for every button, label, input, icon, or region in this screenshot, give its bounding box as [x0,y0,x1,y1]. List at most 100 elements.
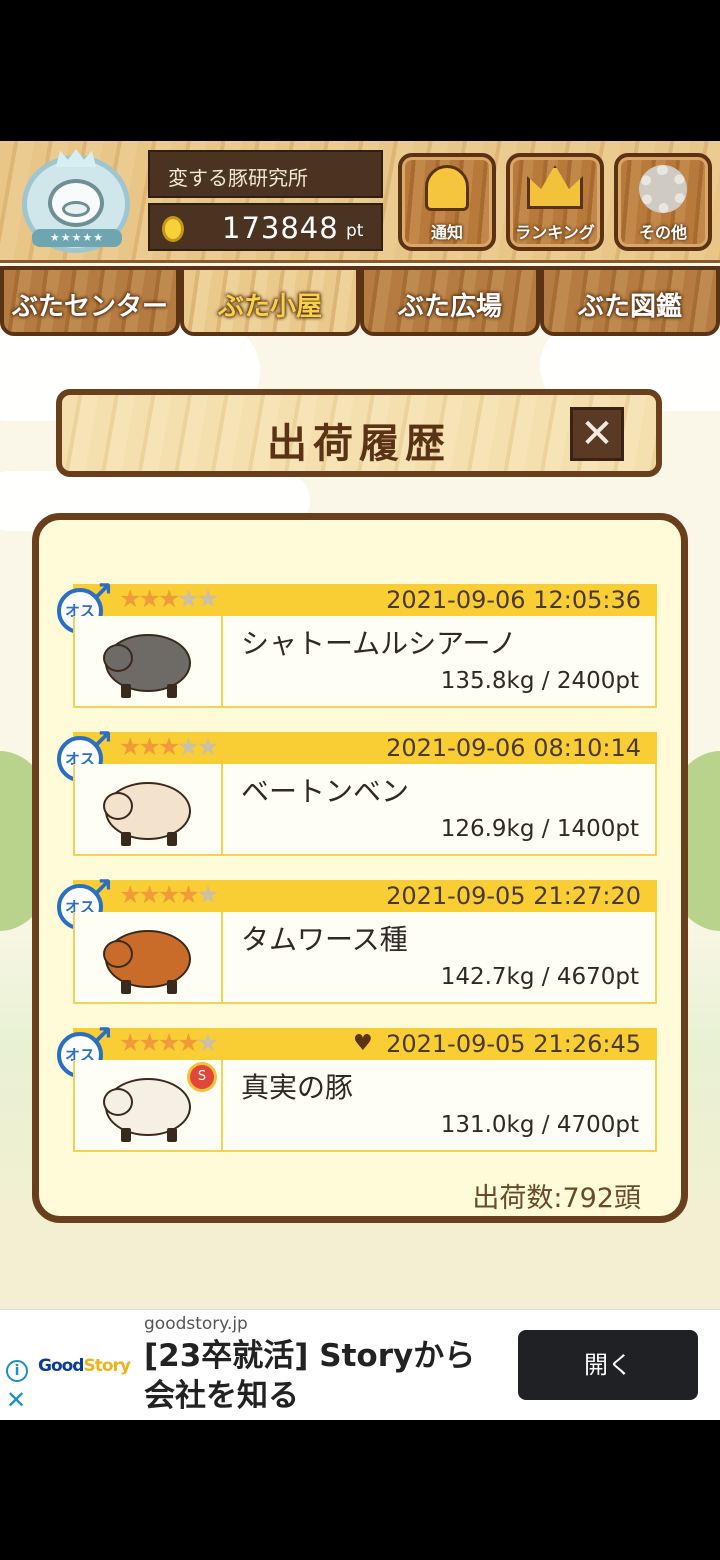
pig-head [103,792,133,820]
ad-info-icon[interactable]: i [6,1360,28,1382]
record-body: タムワース種 142.7kg / 4670pt [73,912,657,1004]
star-icon: ★ [119,584,141,613]
pig-name: タムワース種 [241,923,408,956]
shipment-record[interactable]: ★★★★★ 2021-09-06 12:05:36 ↗ オス シャトームルシアーノ 135… [57,574,657,708]
record-header: ★★★★★ ♥ 2021-09-05 21:26:45 [73,1028,657,1060]
pig-snout-icon [62,201,90,217]
star-icon: ★ [138,732,160,761]
star-icon: ★ [177,880,199,909]
star-icon: ★ [119,732,141,761]
header: ★★★★★ 変する豚研究所 173848 pt 通知 ランキング その他 [0,141,720,263]
pig-head [103,1088,133,1116]
tab-buta-koya[interactable]: ぶた小屋 [180,266,360,336]
other-button[interactable]: その他 [614,153,712,251]
pig-leg [167,980,177,994]
ad-open-button[interactable]: 開く [518,1330,698,1400]
tab-buta-zukan[interactable]: ぶた図鑑 [540,266,720,336]
status-bar [0,0,720,141]
pig-leg [121,832,131,846]
pig-leg [167,832,177,846]
record-body: S 真実の豚 131.0kg / 4700pt [73,1060,657,1152]
ad-logo-story: Story [83,1356,131,1376]
star-icon: ★ [177,732,199,761]
star-icon: ★ [119,1028,141,1057]
star-icon: ★ [196,732,219,761]
record-date: 2021-09-05 21:27:20 [386,882,641,910]
tab-label: ぶた広場 [397,292,502,322]
notification-label: 通知 [430,223,463,242]
pig-name: シャトームルシアーノ [241,627,517,660]
ad-logo-good: Good [38,1356,84,1376]
pig-weight-points: 131.0kg / 4700pt [440,1112,639,1138]
record-date: 2021-09-06 12:05:36 [386,586,641,614]
system-nav-bar [0,1420,720,1560]
star-icon: ★ [177,584,199,613]
star-icon: ★ [157,880,180,909]
record-header: ★★★★★ 2021-09-06 08:10:14 [73,732,657,764]
lab-name: 変する豚研究所 [168,166,308,190]
ad-logo: GoodStory [38,1356,131,1376]
points-unit: pt [346,221,364,241]
rating-stars: ★★★★★ [119,584,219,614]
dialog-title: 出荷履歴 [267,421,451,467]
pig-leg [121,980,131,994]
pig-weight-points: 135.8kg / 2400pt [440,668,639,694]
game-screen: ★★★★★ 変する豚研究所 173848 pt 通知 ランキング その他 ぶたセ… [0,141,720,1309]
heart-icon: ♥ [353,1031,373,1056]
pig-head [103,644,133,672]
pig-leg [121,1128,131,1142]
rating-stars: ★★★★★ [119,880,219,910]
pig-name: ベートンベン [241,775,410,808]
ad-close-icon[interactable]: ✕ [6,1386,26,1414]
shipment-count: 出荷数:792頭 [472,1183,641,1214]
other-label: その他 [638,223,687,242]
pig-weight-points: 126.9kg / 1400pt [440,816,639,842]
pig-image: S [75,1060,223,1150]
star-icon: ★ [138,584,160,613]
pig-image [75,764,223,854]
star-icon: ★ [138,1028,160,1057]
pig-image [75,616,223,706]
pig-leg [167,1128,177,1142]
star-icon: ★ [119,880,141,909]
badge-crown-icon [56,149,96,167]
profile-badge[interactable]: ★★★★★ [18,149,136,259]
shipment-record[interactable]: ★★★★★ 2021-09-05 21:27:20 ↗ オス タムワース種 142.7kg… [57,870,657,1004]
coin-icon [162,216,184,242]
ad-banner[interactable]: i ✕ GoodStory goodstory.jp [23卒就活] Story… [0,1309,720,1420]
record-date: 2021-09-05 21:26:45 [386,1030,641,1058]
star-icon: ★ [196,584,219,613]
rating-stars: ★★★★★ [119,1028,219,1058]
tab-label: ぶた小屋 [217,292,322,322]
crown-icon [527,165,583,209]
star-icon: ★ [138,880,160,909]
star-icon: ★ [157,584,180,613]
tab-bar: ぶたセンター ぶた小屋 ぶた広場 ぶた図鑑 [0,266,720,338]
rating-stars: ★★★★★ [119,732,219,762]
shipment-record[interactable]: ★★★★★ ♥ 2021-09-05 21:26:45 ↗ オス S 真実の豚 131.0kg… [57,1018,657,1152]
close-button[interactable]: ✕ [570,407,624,461]
pig-weight-points: 142.7kg / 4670pt [440,964,639,990]
ad-domain: goodstory.jp [144,1314,248,1334]
shipment-history-list: ★★★★★ 2021-09-06 12:05:36 ↗ オス シャトームルシアーノ 135… [32,513,688,1223]
record-date: 2021-09-06 08:10:14 [386,734,641,762]
star-icon: ★ [177,1028,199,1057]
points-value: 173848 [222,211,339,245]
gear-icon [639,165,687,213]
star-icon: ★ [157,732,180,761]
bell-icon [425,165,469,211]
star-icon: ★ [196,880,219,909]
medal-icon: S [187,1062,217,1092]
tab-buta-center[interactable]: ぶたセンター [0,266,180,336]
star-icon: ★ [157,1028,180,1057]
pig-leg [121,684,131,698]
ad-headline[interactable]: [23卒就活] Storyから会社を知る [144,1336,504,1416]
shipment-record[interactable]: ★★★★★ 2021-09-06 08:10:14 ↗ オス ベートンベン 126.9kg… [57,722,657,856]
notification-button[interactable]: 通知 [398,153,496,251]
ranking-button[interactable]: ランキング [506,153,604,251]
tab-label: ぶたセンター [11,292,168,322]
tab-buta-hiroba[interactable]: ぶた広場 [360,266,540,336]
points-box: 173848 pt [148,203,383,251]
pig-leg [167,684,177,698]
record-header: ★★★★★ 2021-09-05 21:27:20 [73,880,657,912]
